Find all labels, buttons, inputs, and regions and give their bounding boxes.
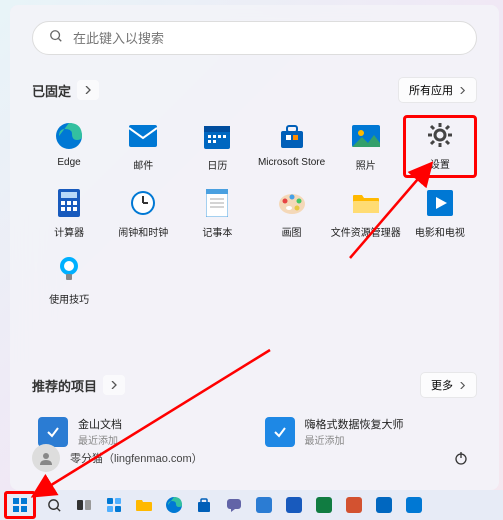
app-label: 日历 (207, 157, 227, 172)
chevron-right-icon (459, 382, 466, 389)
app-label: 闹钟和时钟 (118, 224, 168, 239)
recommended-title: 推荐的项目 (32, 376, 97, 395)
app-label: 使用技巧 (49, 291, 89, 306)
taskbar-chat-button[interactable] (222, 493, 246, 517)
user-icon (38, 450, 54, 466)
recommended-chevron-button[interactable] (103, 375, 125, 395)
explorer-icon (351, 188, 381, 218)
mail-icon (128, 121, 158, 151)
start-menu: 已固定 所有应用 Edge 邮件 日历 Microsoft Store 照片 设… (10, 5, 499, 490)
taskbar-app-button[interactable] (312, 493, 336, 517)
chevron-right-icon (84, 86, 92, 94)
pinned-header: 已固定 所有应用 (32, 77, 477, 103)
paint-icon (277, 188, 307, 218)
app-tile-explorer[interactable]: 文件资源管理器 (329, 182, 403, 245)
avatar (32, 444, 60, 472)
app-label: 电影和电视 (415, 224, 465, 239)
taskbar-app-button[interactable] (282, 493, 306, 517)
taskbar-app-button[interactable] (342, 493, 366, 517)
store-icon (277, 121, 307, 151)
app-label: 文件资源管理器 (331, 224, 401, 239)
user-name: 零分猫（lingfenmao.com） (70, 450, 203, 466)
search-icon (49, 29, 63, 48)
app-tile-notepad[interactable]: 记事本 (180, 182, 254, 245)
taskbar-start-button[interactable] (4, 491, 36, 519)
app-tile-clock[interactable]: 闹钟和时钟 (106, 182, 180, 245)
app-tile-settings[interactable]: 设置 (403, 115, 477, 178)
taskbar-edge-button[interactable] (162, 493, 186, 517)
folder-icon (135, 498, 153, 512)
calendar-icon (202, 121, 232, 151)
chat-icon (226, 497, 242, 513)
app-label: 画图 (282, 224, 302, 239)
notepad-icon (202, 188, 232, 218)
recommended-header: 推荐的项目 更多 (32, 372, 477, 398)
user-bar: 零分猫（lingfenmao.com） (32, 442, 477, 474)
chevron-right-icon (110, 381, 118, 389)
edge-icon (165, 496, 183, 514)
pinned-title: 已固定 (32, 81, 71, 100)
search-input[interactable] (73, 31, 460, 46)
taskbar-taskview-button[interactable] (72, 493, 96, 517)
taskbar-app-button[interactable] (402, 493, 426, 517)
windows-icon (12, 497, 28, 513)
taskbar-app-button[interactable] (252, 493, 276, 517)
taskbar-search-button[interactable] (42, 493, 66, 517)
widgets-icon (106, 497, 122, 513)
calc-icon (54, 188, 84, 218)
app-label: 邮件 (133, 157, 153, 172)
app-tile-photos[interactable]: 照片 (329, 115, 403, 178)
app-label: 设置 (430, 156, 450, 171)
all-apps-label: 所有应用 (409, 82, 453, 98)
all-apps-button[interactable]: 所有应用 (398, 77, 477, 103)
app-tile-calc[interactable]: 计算器 (32, 182, 106, 245)
app-tile-paint[interactable]: 画图 (254, 182, 328, 245)
pinned-grid: Edge 邮件 日历 Microsoft Store 照片 设置 计算器 闹钟和… (32, 115, 477, 312)
settings-icon (425, 120, 455, 150)
taskbar-app-button[interactable] (372, 493, 396, 517)
app-tile-store[interactable]: Microsoft Store (254, 115, 328, 178)
app-tile-tips[interactable]: 使用技巧 (32, 249, 106, 312)
app-tile-movies[interactable]: 电影和电视 (403, 182, 477, 245)
user-account-button[interactable]: 零分猫（lingfenmao.com） (32, 444, 203, 472)
clock-icon (128, 188, 158, 218)
app-label: Microsoft Store (258, 157, 325, 168)
app-tile-edge[interactable]: Edge (32, 115, 106, 178)
more-label: 更多 (431, 377, 453, 393)
pinned-chevron-button[interactable] (77, 80, 99, 100)
store-icon (196, 497, 212, 513)
app-tile-calendar[interactable]: 日历 (180, 115, 254, 178)
photos-icon (351, 121, 381, 151)
taskbar-widgets-button[interactable] (102, 493, 126, 517)
taskbar-store-button[interactable] (192, 493, 216, 517)
app-label: 计算器 (54, 224, 84, 239)
taskbar (0, 490, 503, 520)
chevron-right-icon (459, 87, 466, 94)
search-icon (47, 498, 62, 513)
movies-icon (425, 188, 455, 218)
taskview-icon (76, 498, 92, 512)
taskbar-explorer-button[interactable] (132, 493, 156, 517)
app-label: 记事本 (202, 224, 232, 239)
recommended-title: 金山文档 (78, 416, 122, 432)
power-icon (453, 450, 469, 466)
more-button[interactable]: 更多 (420, 372, 477, 398)
search-box[interactable] (32, 21, 477, 55)
recommended-title: 嗨格式数据恢复大师 (305, 416, 404, 432)
app-tile-mail[interactable]: 邮件 (106, 115, 180, 178)
app-label: 照片 (356, 157, 376, 172)
power-button[interactable] (445, 442, 477, 474)
tips-icon (54, 255, 84, 285)
app-label: Edge (57, 157, 80, 168)
edge-icon (54, 121, 84, 151)
